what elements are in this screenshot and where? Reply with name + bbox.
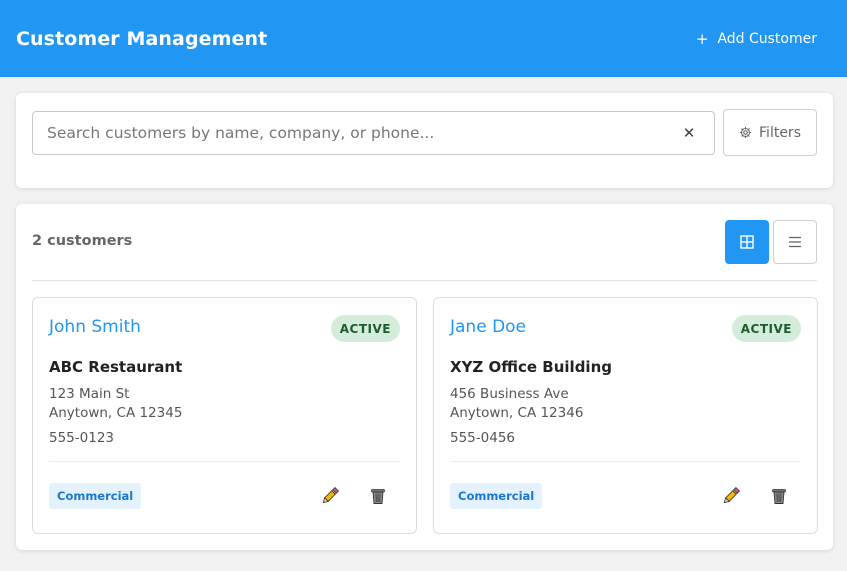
search-panel: ✕ Filters xyxy=(16,93,833,188)
edit-button[interactable] xyxy=(717,482,745,510)
page-title: Customer Management xyxy=(16,27,268,50)
status-badge: ACTIVE xyxy=(330,315,400,342)
card-divider xyxy=(49,461,400,462)
filters-label: Filters xyxy=(759,124,801,141)
address-line-2: Anytown, CA 12345 xyxy=(49,405,183,421)
company-name: ABC Restaurant xyxy=(49,358,183,376)
customer-card: Jane Doe ACTIVE XYZ Office Building 456 … xyxy=(433,297,818,534)
status-badge: ACTIVE xyxy=(731,315,801,342)
customer-type-badge: Commercial xyxy=(450,483,543,509)
customer-name-link[interactable]: Jane Doe xyxy=(450,317,526,337)
gear-icon xyxy=(739,126,752,139)
address-line-2: Anytown, CA 12346 xyxy=(450,405,584,421)
filters-button[interactable]: Filters xyxy=(723,109,817,156)
address-line-1: 456 Business Ave xyxy=(450,386,569,402)
close-icon[interactable]: ✕ xyxy=(680,124,698,142)
divider xyxy=(32,280,817,281)
grid-icon xyxy=(740,235,754,249)
delete-button[interactable] xyxy=(765,482,793,510)
phone-number: 555-0456 xyxy=(450,430,515,446)
company-name: XYZ Office Building xyxy=(450,358,612,376)
grid-view-button[interactable] xyxy=(725,220,769,264)
delete-button[interactable] xyxy=(364,482,392,510)
add-customer-button[interactable]: + Add Customer xyxy=(696,30,817,48)
customer-card: John Smith ACTIVE ABC Restaurant 123 Mai… xyxy=(32,297,417,534)
address-line-1: 123 Main St xyxy=(49,386,130,402)
customer-count: 2 customers xyxy=(32,233,133,249)
customer-type-badge: Commercial xyxy=(49,483,142,509)
search-input[interactable] xyxy=(45,123,680,143)
list-icon xyxy=(789,236,801,248)
search-field[interactable]: ✕ xyxy=(32,111,715,155)
customer-name-link[interactable]: John Smith xyxy=(49,317,141,337)
plus-icon: + xyxy=(695,29,709,48)
trash-icon xyxy=(371,489,385,504)
add-customer-label: Add Customer xyxy=(717,30,817,47)
customer-list-panel: 2 customers John Smith ACTIVE ABC Restau… xyxy=(16,204,833,550)
app-header: Customer Management + Add Customer xyxy=(0,0,847,77)
edit-button[interactable] xyxy=(316,482,344,510)
list-view-button[interactable] xyxy=(773,220,817,264)
pencil-icon xyxy=(723,486,741,504)
card-divider xyxy=(450,461,801,462)
trash-icon xyxy=(772,489,786,504)
phone-number: 555-0123 xyxy=(49,430,114,446)
pencil-icon xyxy=(322,486,340,504)
